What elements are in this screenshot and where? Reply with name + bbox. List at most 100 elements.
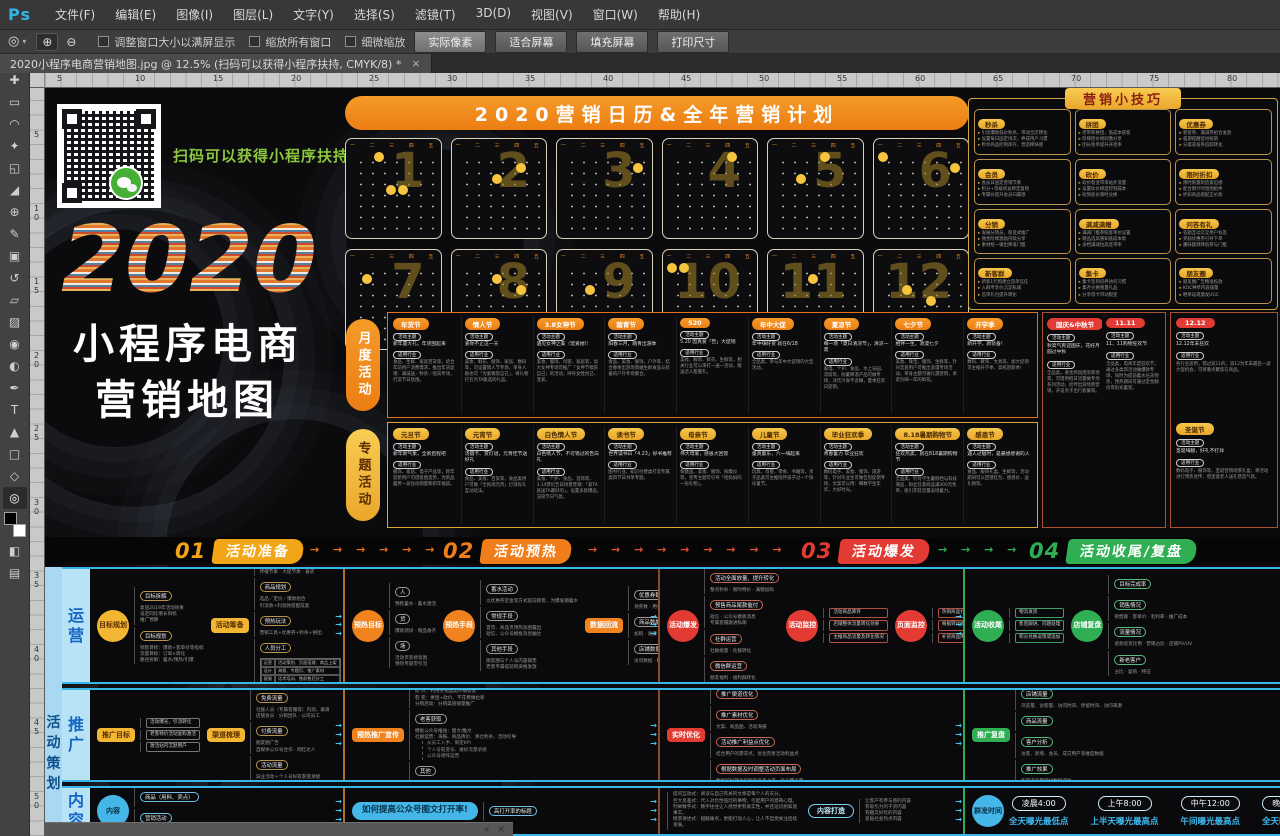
- tool-bar: »✚▭◠✦◱◢⊕✎▣↺▱▨◉◐✒T▲□◇◎◧▤: [0, 60, 30, 836]
- highlighted-date: [667, 263, 677, 273]
- menu-item[interactable]: 窗口(W): [583, 2, 648, 27]
- mindmap-node: 内容打造: [808, 804, 854, 818]
- menu-item[interactable]: 图像(I): [166, 2, 223, 27]
- document-tab[interactable]: 2020小程序电商营销地图.jpg @ 12.5% (扫码可以获得小程序扶持, …: [0, 54, 432, 73]
- hand-tool[interactable]: ◇: [3, 465, 27, 487]
- activity-theme: 12.12年末狂欢: [1176, 342, 1272, 348]
- menu-item[interactable]: 帮助(H): [648, 2, 710, 27]
- mindmap-cluster: 活动爆发活动全面放量、提升转化整点秒杀 · 限时特价 · 满赠加购预售商品尾款催…: [667, 569, 779, 682]
- checkbox-icon[interactable]: [98, 36, 109, 47]
- option-checkbox-2[interactable]: 细微缩放: [345, 34, 405, 50]
- branch-line: 销售额 · 客单价 · 毛利率 · 推广成本: [1114, 615, 1192, 621]
- calendar-month: 一 二 三 四 五 六 日3: [556, 138, 653, 239]
- type-tool[interactable]: T: [3, 399, 27, 421]
- zoom-tool[interactable]: ◎: [3, 487, 27, 509]
- option-checkbox-1[interactable]: 缩放所有窗口: [249, 34, 331, 50]
- ruler-number: 20: [291, 74, 301, 83]
- option-button-0[interactable]: 实际像素: [414, 31, 486, 53]
- option-button-2[interactable]: 填充屏幕: [576, 31, 648, 53]
- side-label-char: 活: [47, 713, 61, 733]
- eyedropper-tool[interactable]: ◢: [3, 179, 27, 201]
- option-checkbox-0[interactable]: 调整窗口大小以满屏显示: [98, 34, 235, 50]
- activity-column: 读书节活动主题世界读书日「4.23」好书推荐适用行业图书行业、知识付费类打造专属…: [605, 426, 677, 524]
- mindmap-branch: 活动全面放量、提升转化整点秒杀 · 限时特价 · 满赠加购: [704, 569, 779, 594]
- marquee-tool[interactable]: ▭: [3, 91, 27, 113]
- mindmap-branches: 目标拆解复盘2019年活动效果设定同比增长目标推广预算目标规划销售目标：爆款+客…: [134, 587, 204, 664]
- menu-item[interactable]: 文字(Y): [283, 2, 344, 27]
- activity-title: 读书节: [608, 428, 644, 440]
- activity-theme: 年中嗨好货 就在6/18: [752, 342, 817, 348]
- highlighted-date: [808, 274, 818, 284]
- menu-item[interactable]: 视图(V): [521, 2, 583, 27]
- mindmap-branch: 客户分析访客、新增、会员、成交用户等维度数据: [1015, 733, 1122, 758]
- zoom-in-button[interactable]: ⊕: [36, 33, 58, 51]
- document-canvas[interactable]: 扫码可以获得小程序扶持 2020 小程序电商 营销地图 2020营销日历&全年营…: [45, 88, 1280, 836]
- menu-item[interactable]: 图层(L): [223, 2, 283, 27]
- menu-item[interactable]: 选择(S): [344, 2, 405, 27]
- menu-item[interactable]: 3D(D): [466, 2, 521, 27]
- tip-label: 满减满赠: [1079, 219, 1119, 229]
- status-glyph[interactable]: ×: [497, 825, 505, 835]
- branch-lines: 文案、商品图、活动海报: [716, 725, 803, 731]
- background-color-swatch[interactable]: [13, 524, 26, 537]
- ruler-number: 30: [447, 74, 457, 83]
- path-selection-tool[interactable]: ▲: [3, 421, 27, 443]
- phase-dashes: → → → → → → → → → →: [310, 543, 435, 561]
- quick-mask-icon[interactable]: ◧: [3, 540, 27, 562]
- color-swatches[interactable]: [4, 512, 26, 537]
- branch-table: 运营活动策划、页面搭建、商品上架设计海报、专题页、推广素材客服话术培训、售前售后…: [260, 658, 341, 682]
- quick-selection-tool[interactable]: ✦: [3, 135, 27, 157]
- mindmap-branch: 高打开率的标题: [483, 802, 537, 821]
- option-button-3[interactable]: 打印尺寸: [657, 31, 729, 53]
- status-glyph[interactable]: «: [484, 825, 490, 835]
- menu-item[interactable]: 编辑(E): [105, 2, 166, 27]
- activity-theme: 白色情人节，不可错过的告白礼: [537, 452, 602, 465]
- clone-stamp-tool[interactable]: ▣: [3, 245, 27, 267]
- branch-label: 商品规划: [260, 582, 292, 592]
- branch-lines: 选品／定价／爆款组合引流款+利润款搭配成套: [260, 597, 341, 609]
- screen-mode-icon[interactable]: ▤: [3, 562, 27, 584]
- pen-tool[interactable]: ✒: [3, 377, 27, 399]
- gradient-tool[interactable]: ▨: [3, 311, 27, 333]
- photoshop-logo: Ps: [8, 5, 31, 24]
- flow-arrows-icon: → → →: [335, 612, 342, 638]
- shape-tool[interactable]: □: [3, 443, 27, 465]
- marketing-tips-panel: 营销小技巧 秒杀引流爆款低价秒杀，带动全店转化设置每日固定场次，养成用户习惯秒杀…: [968, 98, 1278, 310]
- highlighted-date: [878, 152, 888, 162]
- checkbox-icon[interactable]: [345, 36, 356, 47]
- branch-label: 免费流量: [256, 693, 288, 703]
- dropdown-caret-icon[interactable]: ▾: [22, 37, 26, 46]
- activity-column: 年中大促活动主题年中嗨好货 就在6/18适用行业全品类，参与年中大促销的大型活动…: [749, 316, 821, 414]
- checkbox-icon[interactable]: [249, 36, 260, 47]
- lasso-tool[interactable]: ◠: [3, 113, 27, 135]
- eraser-tool[interactable]: ▱: [3, 289, 27, 311]
- mindmap-branch: 货爆款测试 · 赠品备齐: [389, 610, 436, 635]
- tip-label: 新客群: [978, 268, 1012, 278]
- tab-close-icon[interactable]: ×: [411, 57, 420, 70]
- healing-brush-tool[interactable]: ⊕: [3, 201, 27, 223]
- menu-item[interactable]: 滤镜(T): [405, 2, 466, 27]
- history-brush-tool[interactable]: ↺: [3, 267, 27, 289]
- option-button-1[interactable]: 适合屏幕: [495, 31, 567, 53]
- crop-tool[interactable]: ◱: [3, 157, 27, 179]
- industry-tag: 适用行业: [537, 468, 565, 476]
- tip-lines: 会员日固定营销节奏积分+等级权益绑定复购专属价提升会员归属感: [978, 181, 1067, 199]
- branch-line: 专属客服跟进私聊: [710, 621, 779, 627]
- blur-tool[interactable]: ◉: [3, 333, 27, 355]
- brush-tool[interactable]: ✎: [3, 223, 27, 245]
- branch-lines: 访客、新增、会员、成交用户等维度数据: [1021, 752, 1122, 758]
- mindmap-branch: 推广渠道优化: [710, 690, 803, 704]
- branch-line: 短信、公众号模板消息触达: [486, 632, 578, 638]
- mindmap-cluster: 群发时间凌晨4:00全天曝光最低点上午8:00上半天曝光最高点中午12:00午间…: [972, 795, 1280, 827]
- foreground-color-swatch[interactable]: [4, 512, 17, 525]
- branch-lines: 社群人员（专属客服等）内测、邀请店铺会员 · 分销团队 · 公司员工: [256, 708, 330, 720]
- mindmap-branch: 物流发货: [1009, 608, 1064, 618]
- theme-tag: 活动主题: [393, 333, 421, 341]
- phase-label: 活动爆发: [837, 539, 931, 564]
- menu-item[interactable]: 文件(F): [45, 2, 105, 27]
- zoom-out-button[interactable]: ⊖: [60, 33, 82, 51]
- activity-column: 元旦节活动主题新年新气象，全新启程吧适用行业服饰、家居、电子产品等，跨年迎新用户…: [390, 426, 462, 524]
- dodge-tool[interactable]: ◐: [3, 355, 27, 377]
- tip-lines: 老带新拼团，低成本获客阶梯团价格刺激分享团长免单提升开团率: [1079, 131, 1168, 149]
- month-number: 8: [497, 258, 530, 306]
